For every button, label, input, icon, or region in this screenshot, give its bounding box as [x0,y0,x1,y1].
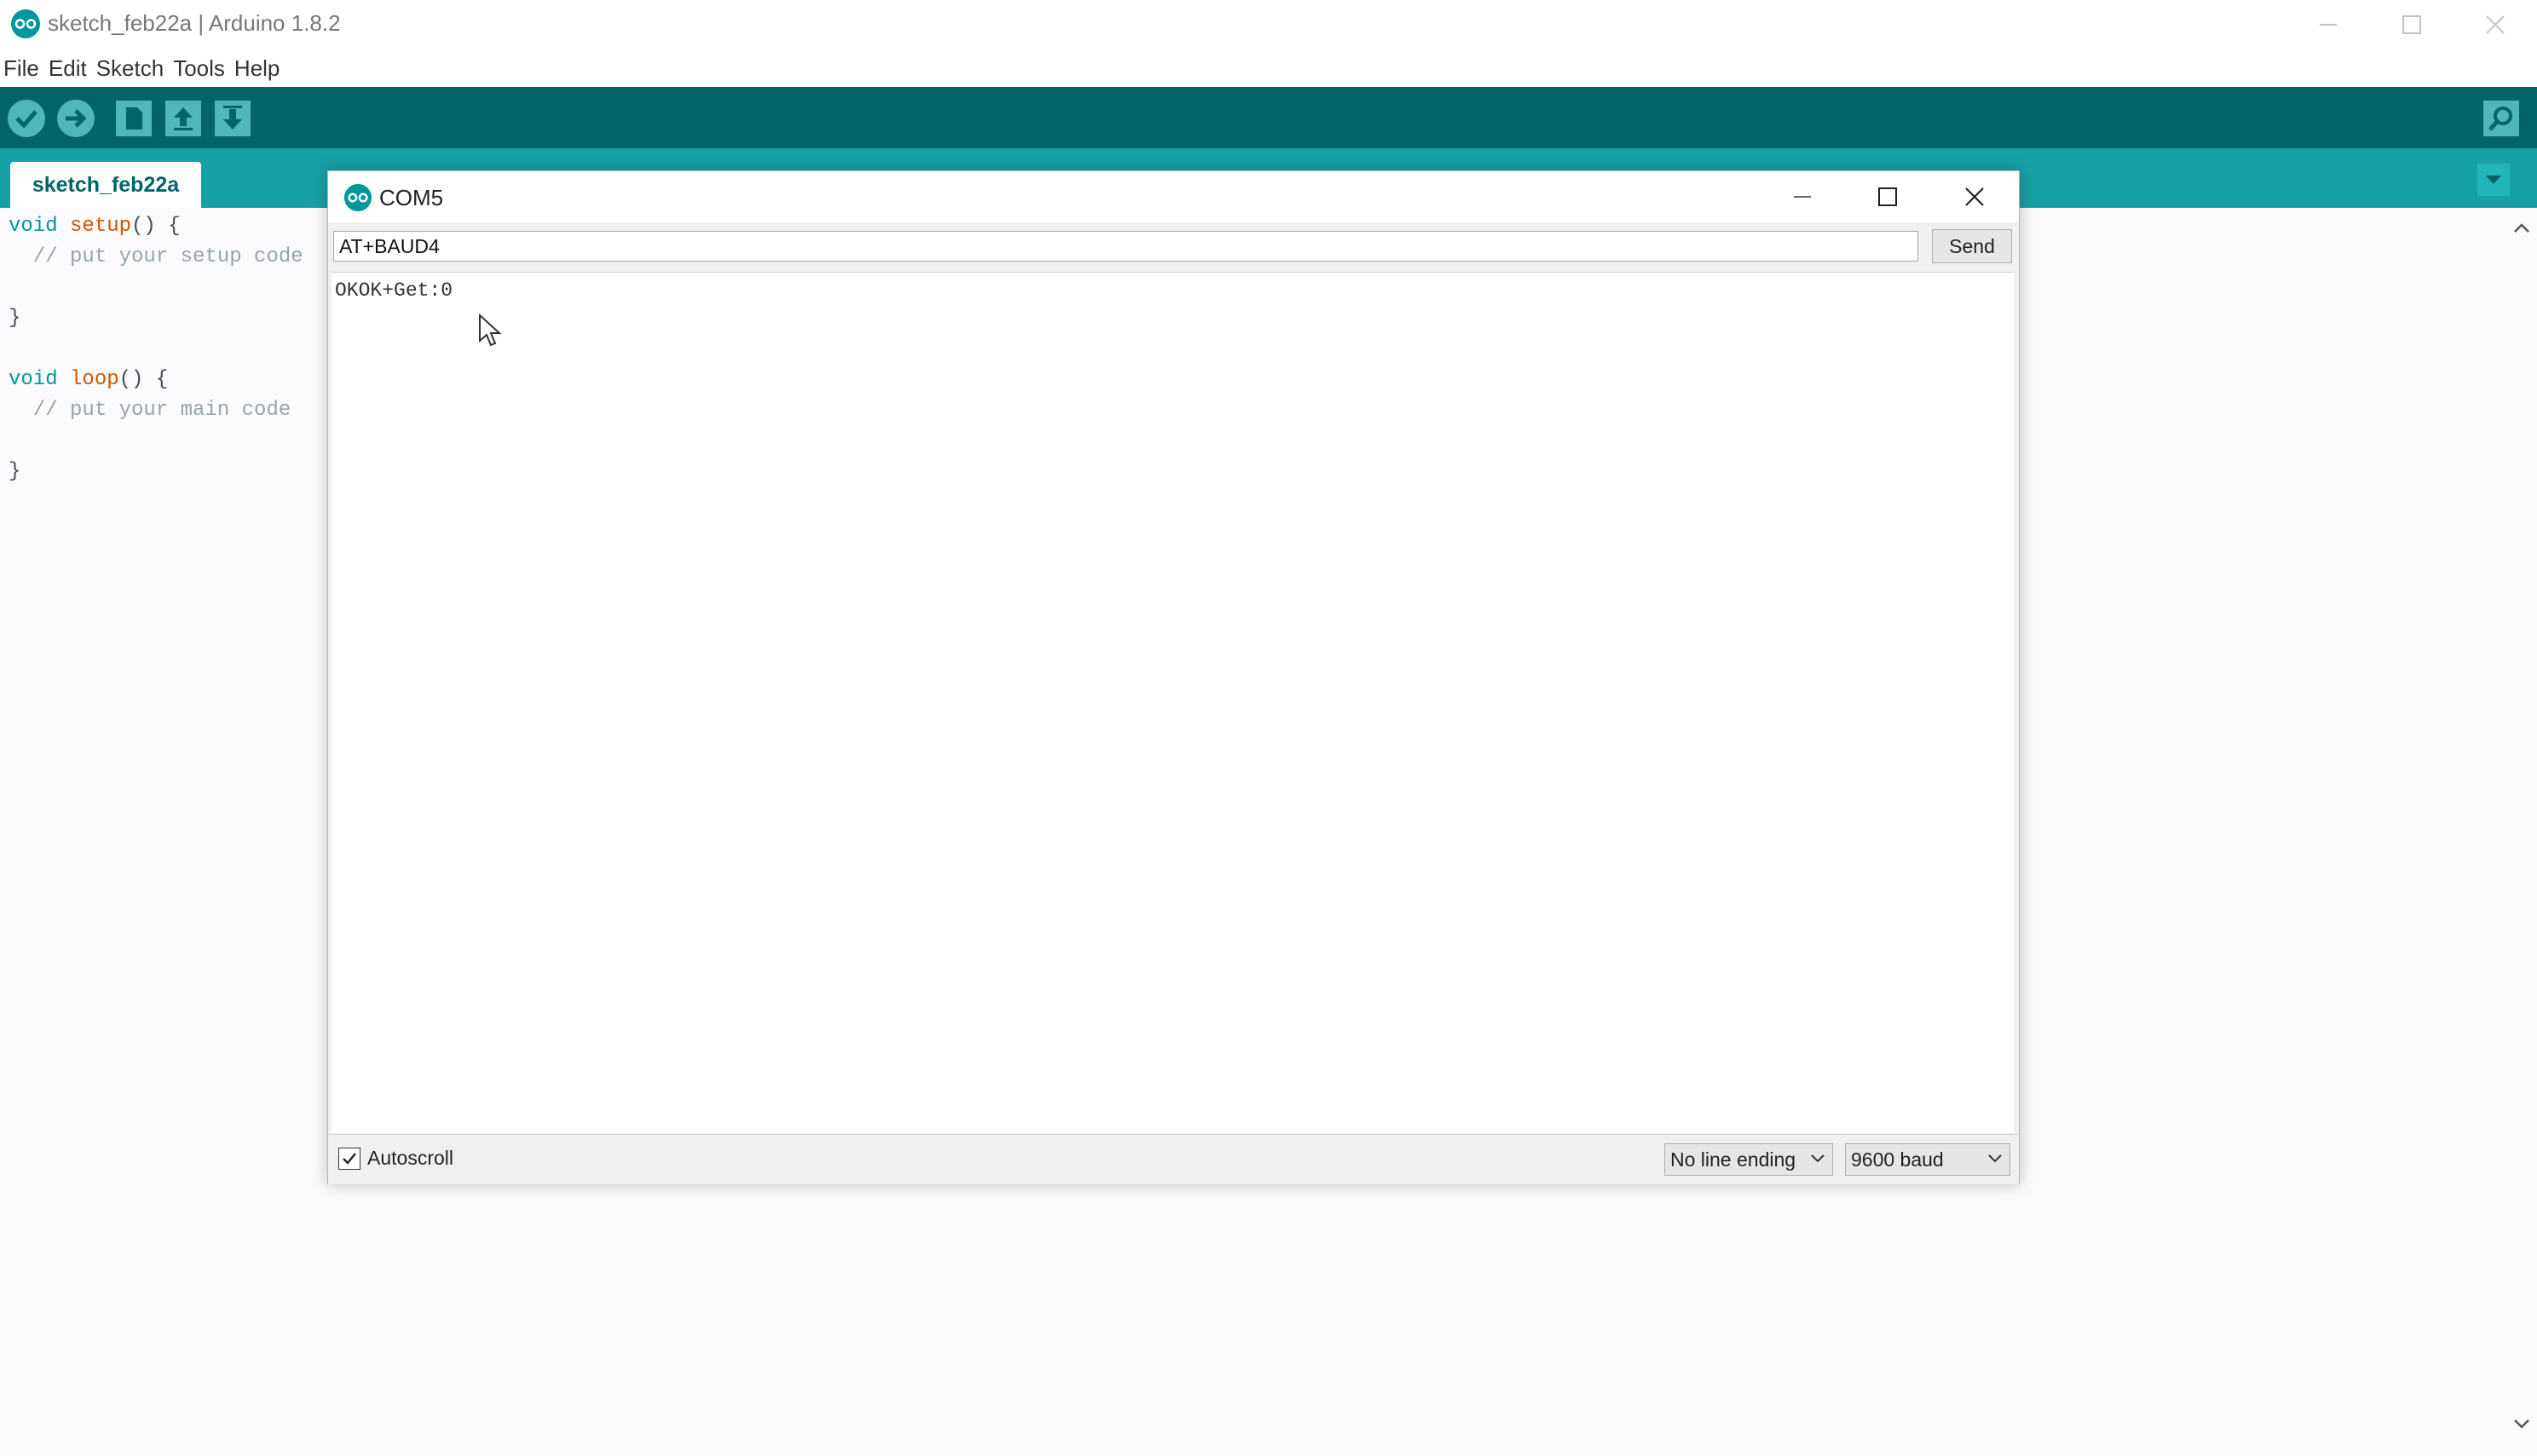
arduino-logo-icon [343,183,372,216]
menu-sketch[interactable]: Sketch [93,55,170,82]
save-button[interactable] [213,99,252,138]
baud-rate-value: 9600 baud [1851,1148,1944,1171]
verify-icon [8,100,45,137]
monitor-maximize-button[interactable] [1845,171,1930,222]
save-icon [215,101,251,136]
serial-monitor-status-bar: Autoscroll No line ending 9600 baud [328,1134,2019,1184]
maximize-button[interactable] [2371,0,2453,49]
code-line: void loop() { [9,368,169,391]
verify-button[interactable] [7,99,46,138]
new-icon [116,101,152,136]
autoscroll-label: Autoscroll [367,1147,453,1169]
new-sketch-button[interactable] [114,99,153,138]
maximize-icon [1878,187,1897,206]
serial-output-line: OKOK+Get:0 [335,279,453,302]
scroll-down-button[interactable] [2510,1412,2534,1436]
menu-bar: File Edit Sketch Tools Help [0,49,2537,87]
code-line: void setup() { [9,215,181,238]
menu-file[interactable]: File [0,55,45,82]
minimize-icon [2320,24,2337,26]
upload-button[interactable] [56,99,95,138]
chevron-down-icon [2486,176,2501,184]
serial-monitor-icon [2483,101,2519,136]
tab-sketch[interactable]: sketch_feb22a [10,162,201,208]
serial-output: OKOK+Get:0 [332,272,2014,1133]
baud-rate-select[interactable]: 9600 baud [1845,1143,2010,1176]
close-icon [2486,15,2505,34]
serial-input[interactable] [333,231,1918,262]
monitor-close-button[interactable] [1932,171,2017,222]
tab-menu-button[interactable] [2477,164,2510,196]
code-line: // put your main code [9,399,291,422]
chevron-down-icon [1811,1154,1825,1163]
minimize-icon [1794,196,1811,198]
chevron-down-icon [2514,1419,2529,1429]
title-bar: sketch_feb22a | Arduino 1.8.2 [0,0,2537,49]
close-icon [1965,187,1984,206]
maximize-icon [2402,15,2421,34]
chevron-up-icon [2514,223,2529,233]
send-button[interactable]: Send [1932,229,2012,263]
open-button[interactable] [164,99,203,138]
open-icon [165,101,201,136]
code-line: } [9,460,21,483]
serial-monitor-button[interactable] [2482,99,2521,138]
code-line: // put your setup code [9,245,303,268]
minimize-button[interactable] [2287,0,2369,49]
serial-monitor-window: COM5 Send OKOK+Get:0 [327,170,2020,1184]
toolbar [0,87,2537,148]
line-ending-select[interactable]: No line ending [1664,1143,1833,1176]
menu-tools[interactable]: Tools [170,55,231,82]
chevron-down-icon [1988,1154,2002,1163]
mouse-pointer-icon [478,313,504,352]
menu-help[interactable]: Help [231,55,285,82]
menu-edit[interactable]: Edit [45,55,93,82]
line-ending-value: No line ending [1670,1148,1796,1171]
code-line: } [9,307,21,330]
serial-monitor-title-bar: COM5 [328,171,2019,222]
window-title: sketch_feb22a | Arduino 1.8.2 [48,10,341,36]
arduino-ide: sketch_feb22a | Arduino 1.8.2 File Edit … [0,0,2537,1456]
autoscroll-checkbox[interactable] [338,1147,360,1170]
scroll-up-button[interactable] [2510,216,2534,240]
upload-icon [57,100,95,137]
checkmark-icon [343,1152,356,1165]
serial-monitor-title: COM5 [379,185,444,210]
close-button[interactable] [2454,0,2536,49]
monitor-minimize-button[interactable] [1760,171,1845,222]
arduino-logo-icon [10,9,41,43]
autoscroll-toggle[interactable]: Autoscroll [338,1147,453,1170]
